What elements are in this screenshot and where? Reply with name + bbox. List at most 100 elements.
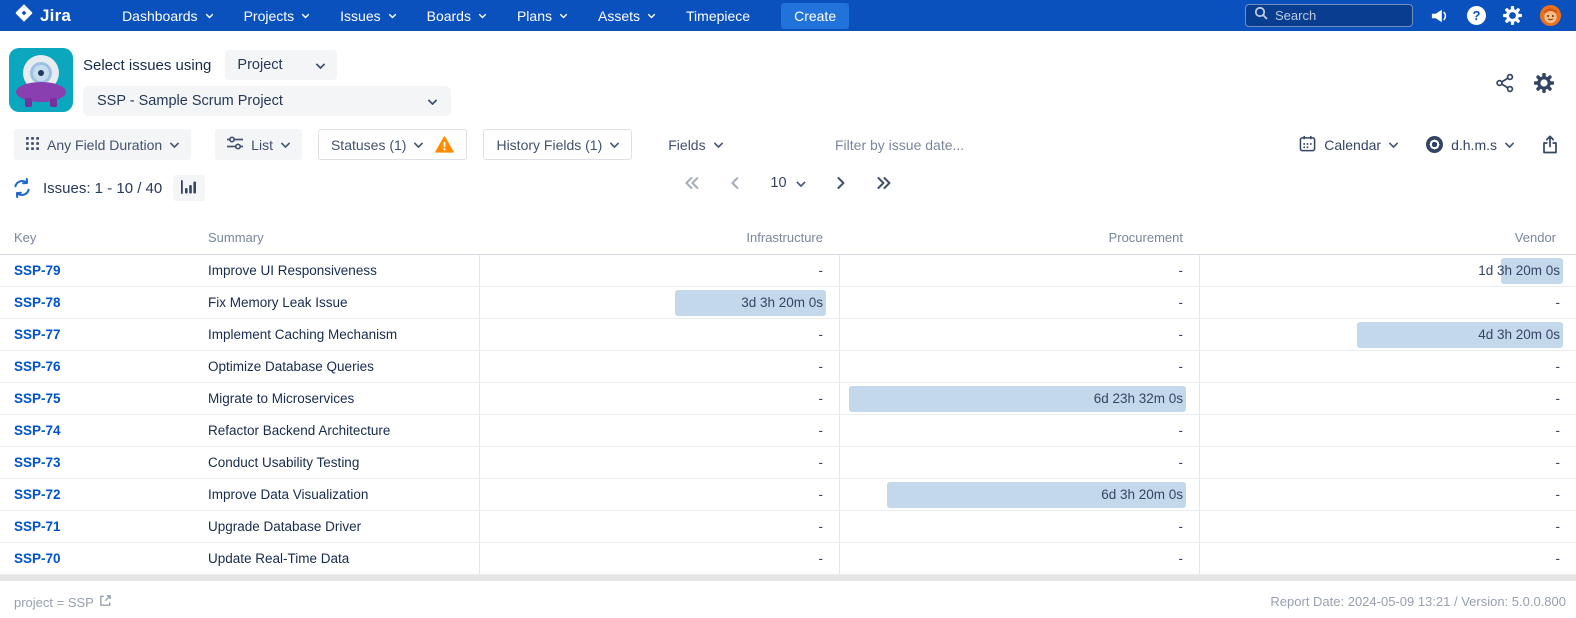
app-header: Select issues using Project SSP - Sample… — [0, 31, 1576, 128]
export-icon[interactable] — [1542, 135, 1558, 154]
time-format-icon — [1426, 136, 1443, 153]
select-issues-using-label: Select issues using — [83, 57, 211, 74]
issue-row: SSP-70 Update Real-Time Data - - - — [0, 543, 1576, 575]
duration-cell-vendor: - — [1199, 479, 1576, 510]
issue-summary: Improve Data Visualization — [200, 479, 479, 510]
calendar-select[interactable]: Calendar — [1299, 135, 1398, 155]
page-size-select[interactable]: 10 — [770, 175, 805, 191]
duration-cell-procurement: - — [839, 287, 1199, 318]
issue-row: SSP-74 Refactor Backend Architecture - -… — [0, 415, 1576, 447]
settings-gear-icon[interactable] — [1503, 6, 1522, 25]
history-fields-button[interactable]: History Fields (1) — [483, 129, 632, 160]
issue-row: SSP-71 Upgrade Database Driver - - - — [0, 511, 1576, 543]
nav-right-cluster: ? — [1245, 4, 1562, 27]
help-icon[interactable]: ? — [1467, 6, 1486, 25]
duration-cell-procurement: - — [839, 543, 1199, 574]
refresh-icon[interactable] — [12, 178, 32, 198]
issue-key-link[interactable]: SSP-72 — [14, 487, 61, 502]
nav-item-issues[interactable]: Issues — [325, 0, 411, 31]
duration-cell-vendor: - — [1199, 415, 1576, 446]
chevron-down-icon — [648, 12, 655, 19]
horizontal-scrollbar[interactable] — [0, 575, 1576, 581]
previous-page-button[interactable] — [730, 176, 740, 190]
first-page-button[interactable] — [684, 176, 700, 190]
nav-item-dashboards[interactable]: Dashboards — [107, 0, 229, 31]
statuses-filter-button[interactable]: Statuses (1) — [318, 129, 467, 160]
nav-item-label: Boards — [427, 8, 471, 24]
issue-row: SSP-77 Implement Caching Mechanism - - 4… — [0, 319, 1576, 351]
jql-link[interactable]: project = SSP — [14, 594, 112, 610]
chevron-down-icon — [302, 12, 309, 19]
nav-item-plans[interactable]: Plans — [502, 0, 583, 31]
nav-item-timepiece[interactable]: Timepiece — [671, 0, 765, 31]
chevron-down-icon — [797, 179, 806, 188]
user-avatar[interactable] — [1539, 4, 1562, 27]
share-icon[interactable] — [1495, 73, 1515, 93]
jira-logo-text: Jira — [40, 6, 71, 26]
report-toolbar: Any Field Duration List Statuses (1) His… — [0, 128, 1576, 161]
issue-key-link[interactable]: SSP-77 — [14, 327, 61, 342]
nav-item-assets[interactable]: Assets — [583, 0, 671, 31]
create-button[interactable]: Create — [781, 3, 849, 29]
chevron-down-icon — [205, 12, 212, 19]
last-page-button[interactable] — [876, 176, 892, 190]
ufo-eye — [30, 62, 52, 84]
nav-item-label: Timepiece — [686, 8, 750, 24]
chevron-down-icon — [1505, 140, 1514, 149]
duration-cell-infrastructure: - — [479, 255, 839, 286]
issue-key-link[interactable]: SSP-70 — [14, 551, 61, 566]
chevron-down-icon — [560, 12, 567, 19]
issue-source-select[interactable]: Project — [225, 50, 337, 80]
chevron-down-icon — [281, 140, 290, 149]
nav-item-label: Assets — [598, 8, 640, 24]
project-select-value: SSP - Sample Scrum Project — [97, 93, 283, 109]
issue-key-link[interactable]: SSP-74 — [14, 423, 61, 438]
issue-key-link[interactable]: SSP-79 — [14, 263, 61, 278]
report-date-version: Report Date: 2024-05-09 13:21 / Version:… — [1270, 594, 1566, 610]
search-input[interactable] — [1275, 8, 1404, 23]
issue-summary: Update Real-Time Data — [200, 543, 479, 574]
chart-view-button[interactable] — [173, 175, 205, 201]
issue-summary: Upgrade Database Driver — [200, 511, 479, 542]
duration-cell-procurement: - — [839, 319, 1199, 350]
issue-key-link[interactable]: SSP-75 — [14, 391, 61, 406]
issue-key-link[interactable]: SSP-78 — [14, 295, 61, 310]
nav-item-boards[interactable]: Boards — [412, 0, 502, 31]
project-select[interactable]: SSP - Sample Scrum Project — [83, 86, 451, 116]
issue-summary: Conduct Usability Testing — [200, 447, 479, 478]
duration-cell-infrastructure: - — [479, 479, 839, 510]
duration-cell-infrastructure: - — [479, 543, 839, 574]
duration-cell-procurement: - — [839, 415, 1199, 446]
table-header-row: Key Summary Infrastructure Procurement V… — [0, 217, 1576, 255]
duration-cell-vendor: 1d 3h 20m 0s — [1199, 255, 1576, 286]
issue-key-link[interactable]: SSP-73 — [14, 455, 61, 470]
time-format-select[interactable]: d.h.m.s — [1426, 136, 1514, 153]
view-type-button[interactable]: List — [215, 129, 302, 160]
search-icon — [1254, 6, 1268, 25]
bar-chart-icon — [180, 179, 198, 198]
issue-source-value: Project — [237, 57, 282, 73]
issue-summary: Improve UI Responsiveness — [200, 255, 479, 286]
report-settings-gear-icon[interactable] — [1534, 73, 1554, 93]
announcement-icon[interactable] — [1430, 7, 1450, 25]
chevron-down-icon — [428, 97, 437, 106]
issue-summary: Migrate to Microservices — [200, 383, 479, 414]
duration-cell-procurement: - — [839, 447, 1199, 478]
nav-item-projects[interactable]: Projects — [229, 0, 326, 31]
jira-logo[interactable]: Jira — [14, 3, 71, 28]
column-header-vendor: Vendor — [1199, 230, 1576, 245]
duration-cell-infrastructure: 3d 3h 20m 0s — [479, 287, 839, 318]
issue-date-filter-input[interactable] — [835, 132, 1055, 158]
duration-cell-procurement: - — [839, 351, 1199, 382]
fields-button[interactable]: Fields — [656, 129, 734, 160]
global-search[interactable] — [1245, 4, 1413, 27]
external-link-icon — [99, 594, 112, 610]
issue-key-link[interactable]: SSP-71 — [14, 519, 61, 534]
nav-item-label: Plans — [517, 8, 552, 24]
issue-summary: Fix Memory Leak Issue — [200, 287, 479, 318]
issue-key-link[interactable]: SSP-76 — [14, 359, 61, 374]
duration-type-button[interactable]: Any Field Duration — [14, 129, 191, 160]
duration-cell-vendor: - — [1199, 287, 1576, 318]
next-page-button[interactable] — [836, 176, 846, 190]
issues-bar: Issues: 1 - 10 / 40 10 — [0, 161, 1576, 217]
